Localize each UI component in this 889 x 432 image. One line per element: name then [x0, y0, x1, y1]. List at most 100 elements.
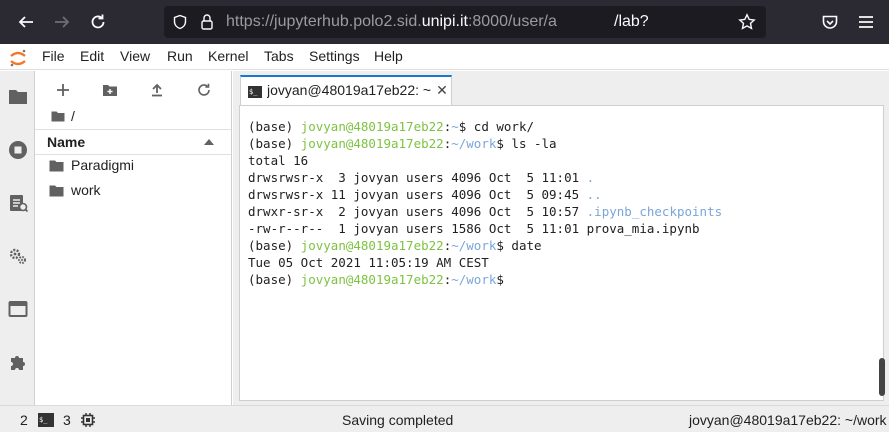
- terminal-line: Tue 05 Oct 2021 11:05:19 AM CEST: [248, 254, 722, 271]
- extension-manager-tab[interactable]: [7, 351, 29, 373]
- folder-icon[interactable]: [51, 110, 65, 122]
- terminal-line: drwxr-sr-x 2 jovyan users 4096 Oct 5 10:…: [248, 203, 722, 220]
- terminal-text: (base): [248, 272, 301, 287]
- plus-icon: [57, 84, 69, 96]
- terminal-text: drwsrwsr-x 3 jovyan users 4096 Oct 5 11:…: [248, 170, 587, 185]
- menu-edit[interactable]: Edit: [80, 44, 104, 69]
- close-icon[interactable]: ✕: [435, 82, 449, 98]
- list-item-label: work: [71, 182, 101, 198]
- terminal-text: drwxr-sr-x 2 jovyan users 4096 Oct 5 10:…: [248, 204, 587, 219]
- terminal-text: total 16: [248, 153, 309, 168]
- sort-ascending-icon[interactable]: [204, 139, 214, 145]
- breadcrumb: /: [51, 107, 75, 125]
- new-launcher-button[interactable]: [54, 81, 72, 99]
- terminal-output: (base) jovyan@48019a17eb22:~$ cd work/(b…: [248, 118, 722, 288]
- breadcrumb-root[interactable]: /: [71, 108, 75, 124]
- terminal-line: drwsrwsr-x 11 jovyan users 4096 Oct 5 09…: [248, 186, 722, 203]
- terminal-text: ~/work: [451, 136, 497, 151]
- terminal-panel[interactable]: (base) jovyan@48019a17eb22:~$ cd work/(b…: [239, 105, 885, 401]
- file-browser-panel: / Name Paradigmi work: [35, 71, 232, 405]
- terminal-text: jovyan@48019a17eb22: [300, 119, 444, 134]
- puzzle-piece-icon: [11, 356, 25, 370]
- terminal-text: .ipynb_checkpoints: [586, 204, 723, 219]
- terminals-count[interactable]: 2: [20, 411, 28, 429]
- gears-icon: [9, 248, 26, 264]
- status-bar: 2 $_ 3 Saving completed jovyan@48019a17e…: [0, 405, 889, 432]
- bookmark-star-icon[interactable]: [738, 13, 756, 31]
- terminal-text: ~: [451, 119, 459, 134]
- jupyter-menubar: File Edit View Run Kernel Tabs Settings …: [0, 44, 889, 70]
- kernel-cpu-icon: [80, 412, 96, 430]
- terminal-text: $ cd work/: [458, 119, 535, 134]
- property-inspector-tab[interactable]: [7, 245, 29, 267]
- terminal-text: Tue 05 Oct 2021 11:05:19 AM CEST: [248, 255, 489, 270]
- upload-button[interactable]: [148, 81, 166, 99]
- terminal-icon: $_: [38, 413, 54, 427]
- pocket-button[interactable]: [818, 10, 842, 34]
- terminal-text: jovyan@48019a17eb22: [300, 272, 444, 287]
- app-menu-button[interactable]: [854, 10, 878, 34]
- kernels-count[interactable]: 3: [63, 411, 71, 429]
- list-item[interactable]: Paradigmi: [35, 154, 231, 178]
- left-activity-bar: [0, 71, 35, 405]
- command-palette-tab[interactable]: [7, 192, 29, 214]
- palette-icon: [10, 195, 28, 213]
- url-host-prefix: https://jupyterhub.polo2.sid.: [226, 13, 422, 30]
- refresh-icon: [198, 83, 210, 96]
- terminal-text: $ date: [496, 238, 542, 253]
- terminal-text: (base): [248, 119, 301, 134]
- forward-button[interactable]: [50, 10, 74, 34]
- terminal-text: jovyan@48019a17eb22: [300, 136, 444, 151]
- file-browser-tab[interactable]: [7, 85, 29, 107]
- terminal-line: (base) jovyan@48019a17eb22:~/work$ ls -l…: [248, 135, 722, 152]
- terminal-text: $ ls -la: [496, 136, 557, 151]
- terminal-text: ~/work: [451, 272, 497, 287]
- terminal-text: (base): [248, 238, 301, 253]
- reload-button[interactable]: [86, 10, 110, 34]
- running-sessions-tab[interactable]: [7, 139, 29, 161]
- list-item[interactable]: work: [35, 179, 231, 203]
- main-dock-area: $_ jovyan@48019a17eb22: ~/w ✕ (base) jov…: [233, 71, 889, 405]
- arrow-right-icon: [55, 16, 70, 28]
- url-text: https://jupyterhub.polo2.sid.unipi.it:80…: [226, 6, 557, 38]
- jupyter-logo-icon: [10, 49, 26, 67]
- url-bar[interactable]: https://jupyterhub.polo2.sid.unipi.it:80…: [164, 6, 766, 38]
- terminal-line: -rw-r--r-- 1 jovyan users 1586 Oct 5 11:…: [248, 220, 722, 237]
- menu-file[interactable]: File: [42, 44, 65, 69]
- terminal-text: $: [496, 272, 504, 287]
- terminal-line: (base) jovyan@48019a17eb22:~$ cd work/: [248, 118, 722, 135]
- window-tabs-icon: [8, 301, 28, 317]
- new-folder-icon: [103, 85, 117, 96]
- url-redaction: [562, 10, 612, 34]
- url-path: :8000/user/a: [467, 13, 557, 30]
- shield-icon: [173, 14, 187, 30]
- scrollbar-thumb[interactable]: [879, 358, 885, 396]
- tabs-panel-tab[interactable]: [7, 298, 29, 320]
- file-list-header: Name: [35, 129, 231, 155]
- menu-view[interactable]: View: [120, 44, 150, 69]
- browser-toolbar: https://jupyterhub.polo2.sid.unipi.it:80…: [0, 0, 889, 44]
- terminal-text: drwsrwsr-x 11 jovyan users 4096 Oct 5 09…: [248, 187, 587, 202]
- upload-icon: [152, 83, 162, 97]
- terminal-icon: $_: [248, 86, 262, 98]
- terminal-text: ~/work: [451, 238, 497, 253]
- menu-run[interactable]: Run: [167, 44, 193, 69]
- refresh-button[interactable]: [195, 81, 213, 99]
- terminal-text: jovyan@48019a17eb22: [300, 238, 444, 253]
- lock-icon: [201, 14, 213, 30]
- folder-icon: [9, 90, 27, 104]
- url-domain: unipi.it: [421, 13, 468, 30]
- stop-circle-icon: [9, 141, 27, 159]
- menu-help[interactable]: Help: [374, 44, 403, 69]
- menu-settings[interactable]: Settings: [309, 44, 360, 69]
- url-tail: /lab?: [614, 13, 649, 30]
- menu-tabs[interactable]: Tabs: [264, 44, 294, 69]
- new-folder-button[interactable]: [101, 81, 119, 99]
- tab-title: jovyan@48019a17eb22: ~/w: [267, 82, 431, 98]
- back-button[interactable]: [14, 10, 38, 34]
- tab-terminal[interactable]: $_ jovyan@48019a17eb22: ~/w ✕: [240, 75, 452, 105]
- list-item-label: Paradigmi: [71, 157, 135, 173]
- terminal-text: (base): [248, 136, 301, 151]
- name-column-header[interactable]: Name: [47, 134, 85, 150]
- menu-kernel[interactable]: Kernel: [208, 44, 248, 69]
